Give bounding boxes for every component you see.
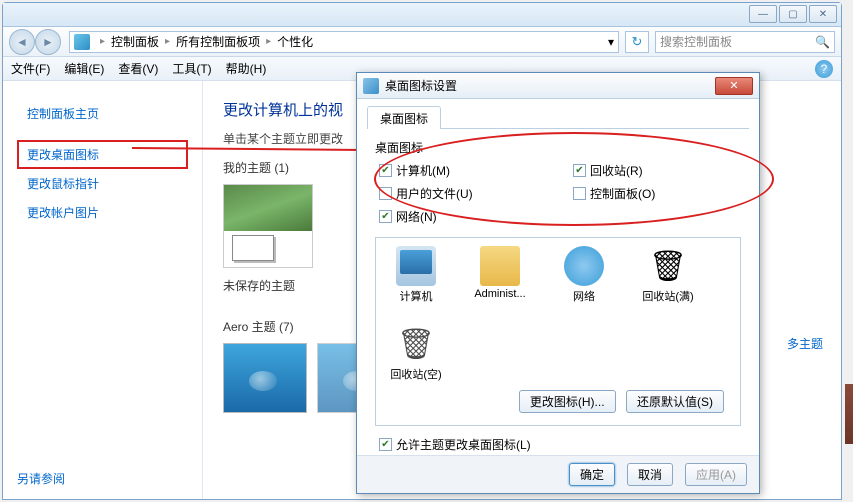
sidebar-item-home[interactable]: 控制面板主页 xyxy=(17,99,188,128)
breadcrumb-item[interactable]: 个性化 xyxy=(277,33,313,50)
ic-recycle-empty-icon xyxy=(396,324,436,364)
apply-button[interactable]: 应用(A) xyxy=(685,463,747,486)
dialog-close-button[interactable]: ✕ xyxy=(715,77,753,95)
dialog-titlebar: 桌面图标设置 ✕ xyxy=(357,73,759,99)
breadcrumb-item[interactable]: 所有控制面板项 xyxy=(176,33,260,50)
search-icon: 🔍 xyxy=(815,35,830,49)
sidebar: 控制面板主页 更改桌面图标 更改鼠标指针 更改帐户图片 另请参阅 xyxy=(3,81,203,499)
dialog-footer: 确定 取消 应用(A) xyxy=(357,455,759,493)
change-icon-button[interactable]: 更改图标(H)... xyxy=(519,390,616,413)
minimize-button[interactable]: — xyxy=(749,5,777,23)
breadcrumb[interactable]: ▸ 控制面板 ▸ 所有控制面板项 ▸ 个性化 ▾ xyxy=(69,31,619,53)
allow-themes-label: 允许主题更改桌面图标(L) xyxy=(396,436,531,453)
icon-item[interactable]: 回收站(空) xyxy=(384,324,448,382)
control-panel-icon xyxy=(74,34,90,50)
ic-recycle-full-icon xyxy=(648,246,688,286)
checkbox-network[interactable]: ✔网络(N) xyxy=(379,208,543,225)
menu-view[interactable]: 查看(V) xyxy=(118,60,158,77)
dialog-title: 桌面图标设置 xyxy=(385,77,457,94)
ic-network-icon xyxy=(564,246,604,286)
sidebar-item-account-picture[interactable]: 更改帐户图片 xyxy=(17,198,188,227)
menu-tools[interactable]: 工具(T) xyxy=(172,60,211,77)
icon-preview-box: 计算机Administ...网络回收站(满)回收站(空) 更改图标(H)... … xyxy=(375,237,741,426)
sidebar-item-mouse-pointer[interactable]: 更改鼠标指针 xyxy=(17,169,188,198)
cancel-button[interactable]: 取消 xyxy=(627,463,673,486)
theme-thumbnail-unsaved[interactable] xyxy=(223,184,313,268)
ok-button[interactable]: 确定 xyxy=(569,463,615,486)
tab-strip: 桌面图标 xyxy=(367,105,749,129)
ic-folder-icon xyxy=(480,246,520,286)
icon-item[interactable]: 计算机 xyxy=(384,246,448,304)
checkbox-computer[interactable]: ✔计算机(M) xyxy=(379,162,543,179)
help-icon[interactable]: ? xyxy=(815,60,833,78)
search-placeholder: 搜索控制面板 xyxy=(660,33,732,50)
maximize-button[interactable]: ▢ xyxy=(779,5,807,23)
desktop-icon-settings-dialog: 桌面图标设置 ✕ 桌面图标 桌面图标 ✔计算机(M) ✔回收站(R) 用户的文件… xyxy=(356,72,760,494)
icon-item[interactable]: 回收站(满) xyxy=(636,246,700,304)
checkbox-recycle-bin[interactable]: ✔回收站(R) xyxy=(573,162,737,179)
close-button[interactable]: ✕ xyxy=(809,5,837,23)
restore-defaults-button[interactable]: 还原默认值(S) xyxy=(626,390,724,413)
titlebar: — ▢ ✕ xyxy=(3,3,841,27)
ic-computer-icon xyxy=(396,246,436,286)
sidebar-item-desktop-icons[interactable]: 更改桌面图标 xyxy=(17,140,188,169)
dialog-icon xyxy=(363,78,379,94)
menu-edit[interactable]: 编辑(E) xyxy=(64,60,104,77)
icon-item[interactable]: Administ... xyxy=(468,246,532,304)
menu-file[interactable]: 文件(F) xyxy=(11,60,50,77)
more-themes-link[interactable]: 多主题 xyxy=(787,335,823,352)
refresh-button[interactable]: ↻ xyxy=(625,31,649,53)
checkbox-user-files[interactable]: 用户的文件(U) xyxy=(379,185,543,202)
tab-desktop-icons[interactable]: 桌面图标 xyxy=(367,106,441,129)
breadcrumb-dropdown-icon[interactable]: ▾ xyxy=(608,35,614,49)
checkbox-control-panel[interactable]: 控制面板(O) xyxy=(573,185,737,202)
search-input[interactable]: 搜索控制面板 🔍 xyxy=(655,31,835,53)
breadcrumb-item[interactable]: 控制面板 xyxy=(111,33,159,50)
back-button[interactable]: ◄ xyxy=(9,29,35,55)
see-also-label: 另请参阅 xyxy=(17,470,65,487)
forward-button[interactable]: ► xyxy=(35,29,61,55)
icon-item[interactable]: 网络 xyxy=(552,246,616,304)
decorative-strip xyxy=(845,384,853,444)
nav-arrows: ◄ ► xyxy=(9,29,63,55)
address-bar: ◄ ► ▸ 控制面板 ▸ 所有控制面板项 ▸ 个性化 ▾ ↻ 搜索控制面板 🔍 xyxy=(3,27,841,57)
group-label: 桌面图标 xyxy=(375,139,749,156)
menu-help[interactable]: 帮助(H) xyxy=(226,60,267,77)
aero-theme-thumbnail[interactable] xyxy=(223,343,307,413)
